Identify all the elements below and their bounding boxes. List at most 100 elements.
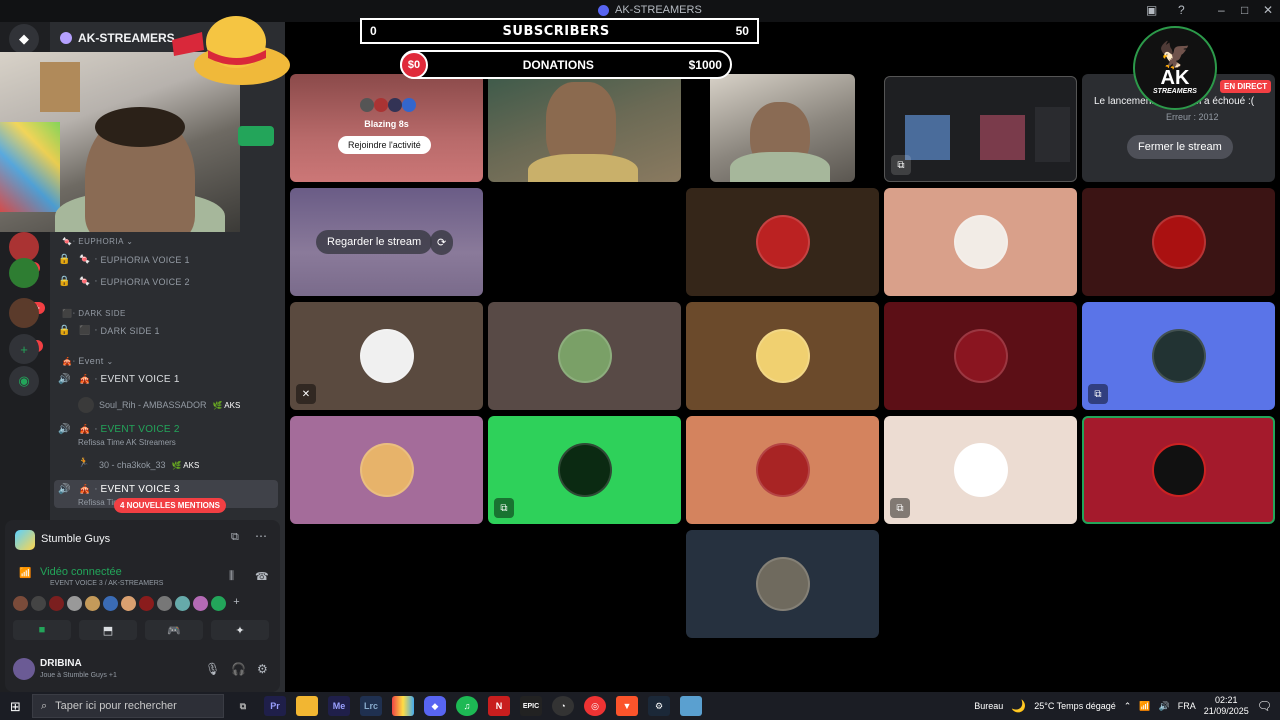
steam-icon[interactable]: ⚙ bbox=[648, 696, 670, 716]
category-dark-side[interactable]: ⬛⋅ DARK SIDE bbox=[62, 309, 126, 318]
participant-tile[interactable]: ⧉ bbox=[884, 416, 1077, 524]
participant-tile[interactable] bbox=[290, 416, 483, 524]
media-encoder-icon[interactable]: Me bbox=[328, 696, 350, 716]
disconnect-icon[interactable]: ☎ bbox=[255, 570, 269, 583]
avatar[interactable] bbox=[49, 596, 64, 611]
noise-suppression-icon[interactable]: ⫼ bbox=[229, 570, 234, 583]
watch-stream-button[interactable]: Regarder le stream bbox=[316, 230, 433, 254]
join-activity-button[interactable]: Rejoindre l'activité bbox=[338, 136, 431, 154]
participant-tile[interactable] bbox=[884, 188, 1077, 296]
network-icon[interactable]: 📶 bbox=[1139, 701, 1150, 712]
avatar[interactable] bbox=[175, 596, 190, 611]
netflix-icon[interactable]: N bbox=[488, 696, 510, 716]
popout-icon[interactable]: ⧉ bbox=[231, 531, 239, 544]
folder-icon[interactable] bbox=[296, 696, 318, 716]
tray-chevron-icon[interactable]: ⌃ bbox=[1124, 701, 1132, 712]
channel-event-voice-2[interactable]: 🔊 🎪 ⋅ EVENT VOICE 2 bbox=[58, 424, 180, 435]
avatar[interactable] bbox=[103, 596, 118, 611]
channel-euphoria-voice-1[interactable]: 🔒 🍬 ⋅ EUPHORIA VOICE 1 bbox=[58, 254, 190, 265]
discord-home-icon[interactable]: ◆ bbox=[9, 24, 39, 54]
avatar[interactable] bbox=[13, 596, 28, 611]
participant-tile[interactable]: ⧉ bbox=[1082, 302, 1275, 410]
settings-icon[interactable]: ⚙ bbox=[257, 662, 268, 676]
clock[interactable]: 02:21 21/09/2025 bbox=[1204, 695, 1249, 717]
activity-button[interactable]: 🎮 bbox=[145, 620, 203, 640]
avatar[interactable] bbox=[139, 596, 154, 611]
app-icon[interactable] bbox=[392, 696, 414, 716]
spotify-icon[interactable]: ♫ bbox=[456, 696, 478, 716]
brave-icon[interactable]: ▼ bbox=[616, 696, 638, 716]
participant-tile[interactable] bbox=[686, 416, 879, 524]
language-indicator[interactable]: FRA bbox=[1178, 701, 1196, 711]
microphone-icon[interactable]: 🎙 bbox=[205, 662, 220, 676]
participant-tile[interactable]: ✕ bbox=[290, 302, 483, 410]
category-euphoria[interactable]: 🍬⋅ EUPHORIA ⌄ bbox=[62, 237, 134, 246]
avatar[interactable] bbox=[157, 596, 172, 611]
add-icon[interactable]: + bbox=[229, 596, 244, 611]
epic-games-icon[interactable]: EPIC bbox=[520, 696, 542, 716]
channel-euphoria-voice-2[interactable]: 🔒 🍬 ⋅ EUPHORIA VOICE 2 bbox=[58, 276, 190, 287]
participant-tile[interactable] bbox=[1082, 188, 1275, 296]
participant-tile[interactable] bbox=[686, 530, 879, 638]
weather-text[interactable]: 25°C Temps dégagé bbox=[1034, 701, 1116, 711]
category-event[interactable]: 🎪⋅ Event ⌄ bbox=[62, 356, 114, 366]
user-avatar[interactable] bbox=[13, 658, 35, 680]
donations-current: $0 bbox=[400, 50, 428, 79]
desktop-label[interactable]: Bureau bbox=[974, 701, 1003, 711]
activity-tile[interactable]: Blazing 8s bbox=[290, 74, 483, 182]
chrome-icon[interactable]: ◎ bbox=[584, 696, 606, 716]
discord-icon[interactable]: ◆ bbox=[424, 696, 446, 716]
avatar[interactable] bbox=[31, 596, 46, 611]
windows-start-icon[interactable]: ⊞ bbox=[10, 699, 21, 715]
more-icon[interactable]: ⋯ bbox=[255, 529, 267, 543]
help-icon[interactable]: ? bbox=[1178, 3, 1185, 17]
camera-button[interactable]: ■ bbox=[13, 620, 71, 640]
video-tile[interactable] bbox=[710, 74, 855, 182]
discover-icon[interactable]: ◉ bbox=[9, 366, 39, 396]
avatar[interactable] bbox=[211, 596, 226, 611]
voice-channel-path[interactable]: EVENT VOICE 3 / AK-STREAMERS bbox=[50, 580, 163, 587]
voice-user[interactable]: Soul_Rih - AMBASSADOR 🌿 AKS bbox=[78, 397, 240, 413]
avatar[interactable] bbox=[85, 596, 100, 611]
participant-tile[interactable]: ⧉ bbox=[488, 416, 681, 524]
volume-icon[interactable]: 🔊 bbox=[1159, 701, 1170, 712]
server-icon[interactable] bbox=[9, 258, 39, 288]
app-icon[interactable] bbox=[680, 696, 702, 716]
watch-popout-icon[interactable]: ⟳ bbox=[430, 230, 454, 255]
server-icon[interactable] bbox=[9, 298, 39, 328]
headphones-icon[interactable]: 🎧 bbox=[231, 662, 246, 676]
participant-tile[interactable] bbox=[884, 302, 1077, 410]
screen-share-tile[interactable]: ⧉ bbox=[884, 76, 1077, 182]
video-tile[interactable] bbox=[488, 74, 681, 182]
avatar bbox=[1151, 329, 1206, 383]
maximize-button[interactable]: □ bbox=[1241, 3, 1248, 17]
avatar[interactable] bbox=[193, 596, 208, 611]
notifications-icon[interactable]: 🗨 bbox=[1257, 699, 1272, 713]
participant-tile-speaking[interactable] bbox=[1082, 416, 1275, 524]
avatar[interactable] bbox=[121, 596, 136, 611]
app-icon[interactable]: ◔ bbox=[552, 696, 574, 716]
participant-tile[interactable] bbox=[488, 302, 681, 410]
voice-user[interactable]: 🏃 30 - cha3kok_33 🌿 AKS bbox=[78, 457, 199, 473]
minimize-button[interactable]: – bbox=[1218, 3, 1225, 17]
soundboard-button[interactable]: ✦ bbox=[211, 620, 269, 640]
participant-tile[interactable] bbox=[686, 302, 879, 410]
system-tray: Bureau 🌙 25°C Temps dégagé ⌃ 📶 🔊 FRA 02:… bbox=[974, 692, 1272, 720]
close-button[interactable]: ✕ bbox=[1263, 3, 1273, 17]
participant-tile[interactable] bbox=[686, 188, 879, 296]
taskbar-search[interactable]: ⌕ Taper ici pour rechercher bbox=[32, 694, 224, 718]
channel-dark-side-1[interactable]: 🔒 ⬛ ⋅ DARK SIDE 1 bbox=[58, 325, 160, 336]
close-stream-button[interactable]: Fermer le stream bbox=[1127, 135, 1233, 159]
task-view-icon[interactable]: ⧉ bbox=[232, 696, 254, 716]
add-server-icon[interactable]: + bbox=[9, 334, 39, 364]
inbox-icon[interactable]: ▣ bbox=[1146, 3, 1157, 17]
channel-event-voice-3[interactable]: 🔊 🎪 ⋅ EVENT VOICE 3 bbox=[58, 484, 180, 495]
avatar[interactable] bbox=[67, 596, 82, 611]
screenshare-button[interactable]: ⬒ bbox=[79, 620, 137, 640]
join-button[interactable] bbox=[238, 126, 274, 146]
lightroom-icon[interactable]: Lrc bbox=[360, 696, 382, 716]
new-mentions-button[interactable]: 4 NOUVELLES MENTIONS bbox=[114, 498, 227, 513]
channel-event-voice-1[interactable]: 🔊 🎪 ⋅ EVENT VOICE 1 bbox=[58, 374, 180, 385]
username[interactable]: DRIBINA bbox=[40, 658, 82, 669]
premiere-icon[interactable]: Pr bbox=[264, 696, 286, 716]
